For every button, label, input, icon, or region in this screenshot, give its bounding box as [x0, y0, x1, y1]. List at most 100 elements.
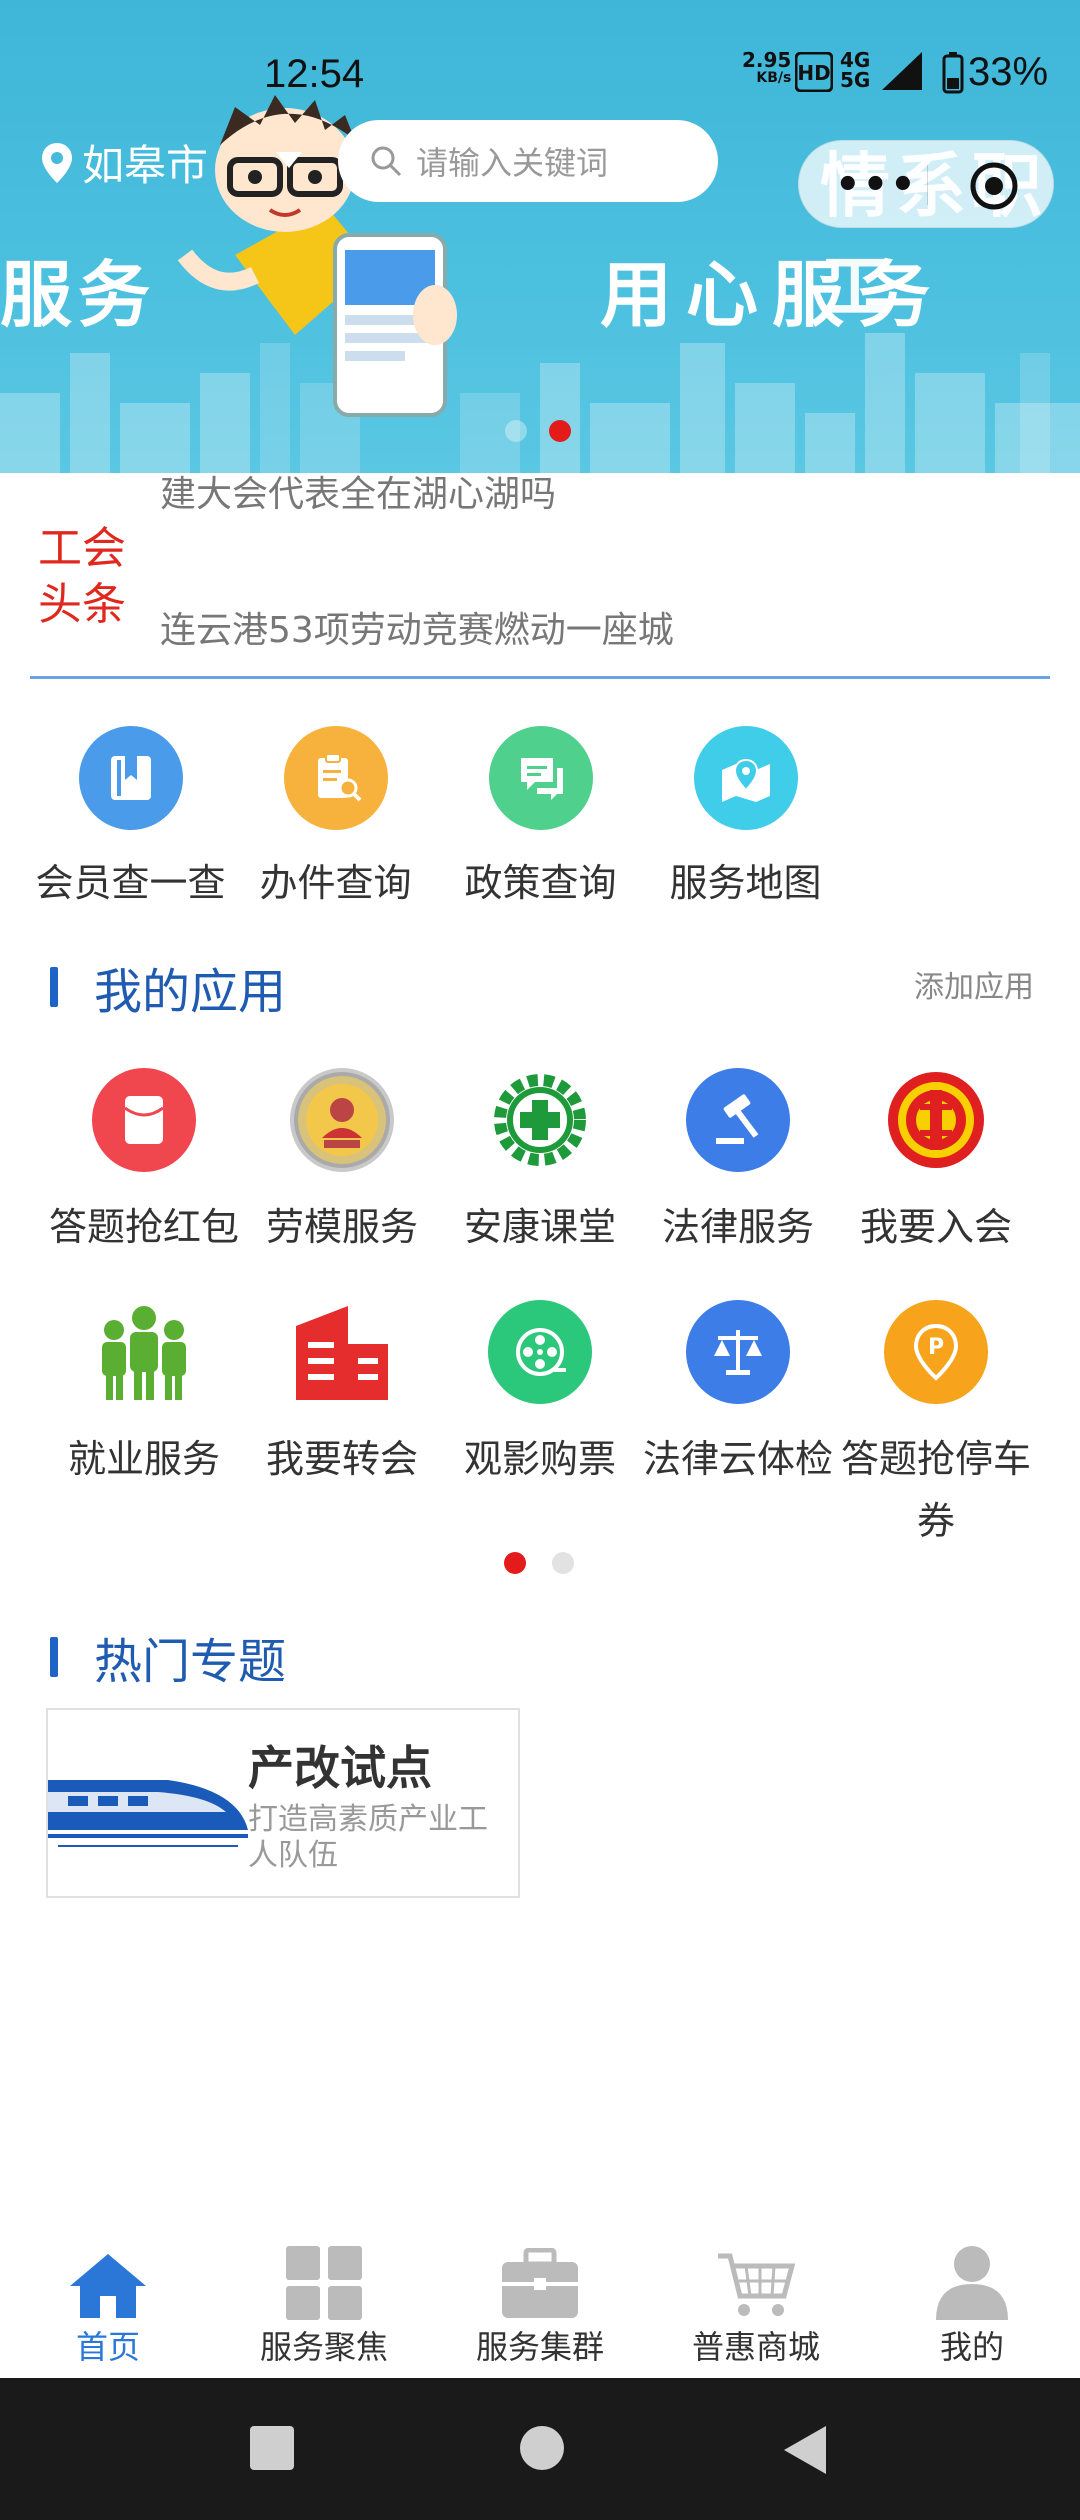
network-speed-value: 2.95 — [742, 48, 792, 72]
app-model-worker[interactable]: 劳模服务 — [243, 1068, 441, 1258]
grid-icon — [216, 2230, 432, 2320]
tab-mall[interactable]: 普惠商城 — [648, 2230, 864, 2368]
location-name: 如皋市 — [82, 141, 209, 190]
app-join-union[interactable]: 我要入会 — [837, 1068, 1035, 1258]
svg-text:HD: HD — [797, 61, 830, 85]
chevron-down-icon[interactable] — [274, 150, 304, 170]
film-reel-icon — [488, 1300, 592, 1404]
news-label-line2: 头条 — [38, 579, 126, 630]
people-group-icon — [92, 1300, 196, 1404]
tab-home[interactable]: 首页 — [0, 2230, 216, 2368]
quick-services: 会员查一查 办件查询 政策查询 服务地图 — [0, 726, 1080, 906]
tab-service-focus[interactable]: 服务聚焦 — [216, 2230, 432, 2368]
app-label: 法律云体检 — [642, 1437, 833, 1481]
tab-profile-label: 我的 — [939, 2328, 1004, 2366]
quick-case-query[interactable]: 办件查询 — [233, 726, 438, 907]
news-label: 工会 头条 — [38, 521, 138, 633]
home-button-icon[interactable] — [518, 2424, 566, 2472]
topic-card[interactable]: 产改试点 打造高素质产业工人队伍 — [46, 1708, 520, 1898]
app-legal-checkup[interactable]: 法律云体检 — [639, 1300, 837, 1490]
network-type-top: 4G — [840, 48, 871, 72]
app-quiz-parking[interactable]: P 答题抢停车券 — [837, 1300, 1035, 1552]
news-ticker[interactable]: 工会 头条 建大会代表全在湖心湖吗 连云港53项劳动竞赛燃动一座城 — [30, 473, 1050, 679]
apps-pager-dot-active[interactable] — [504, 1552, 526, 1574]
tab-mall-label: 普惠商城 — [691, 2328, 820, 2366]
banner-pager — [505, 420, 571, 442]
apps-pager-dot[interactable] — [552, 1552, 574, 1574]
bookmark-icon — [78, 726, 183, 830]
app-legal-service[interactable]: 法律服务 — [639, 1068, 837, 1258]
app-movie-tickets[interactable]: 观影购票 — [441, 1300, 639, 1490]
app-health-class[interactable]: 安康课堂 — [441, 1068, 639, 1258]
hd-icon: HD — [795, 52, 833, 92]
hot-topics-title: 热门专题 — [94, 1634, 287, 1690]
back-button-icon[interactable] — [780, 2424, 828, 2476]
recents-button-icon[interactable] — [248, 2424, 296, 2472]
app-employment[interactable]: 就业服务 — [45, 1300, 243, 1490]
scales-icon — [686, 1300, 790, 1404]
quick-member-query[interactable]: 会员查一查 — [28, 726, 233, 907]
news-headline[interactable]: 连云港53项劳动竞赛燃动一座城 — [160, 601, 674, 653]
app-label: 我要入会 — [859, 1205, 1012, 1249]
topic-card-title: 产改试点 — [248, 1741, 432, 1795]
news-label-line1: 工会 — [38, 523, 126, 574]
banner-slogan-bottom: 用心服务 — [600, 253, 945, 337]
red-envelope-icon — [92, 1068, 196, 1172]
add-app-link[interactable]: 添加应用 — [914, 962, 1034, 1006]
location-pin-icon — [42, 142, 72, 183]
gavel-icon — [686, 1068, 790, 1172]
app-label: 我要转会 — [265, 1437, 418, 1481]
app-label: 就业服务 — [67, 1437, 220, 1481]
news-headline-prev[interactable]: 建大会代表全在湖心湖吗 — [160, 473, 556, 517]
battery-icon — [942, 52, 964, 94]
signal-icon — [882, 52, 922, 90]
close-miniprogram-icon[interactable] — [969, 161, 1019, 211]
tab-profile[interactable]: 我的 — [864, 2230, 1080, 2368]
app-label: 答题抢红包 — [48, 1205, 239, 1249]
app-label: 观影购票 — [463, 1437, 616, 1481]
user-icon — [864, 2230, 1080, 2320]
banner-pager-dot[interactable] — [505, 420, 527, 442]
union-emblem-icon — [884, 1068, 988, 1172]
quick-service-map-label: 服务地图 — [669, 861, 822, 905]
network-type: 4G 5G — [840, 50, 870, 90]
tab-home-label: 首页 — [75, 2328, 140, 2366]
network-type-bottom: 5G — [840, 68, 871, 92]
svg-text:P: P — [928, 1335, 944, 1360]
miniprogram-capsule: ••• — [798, 140, 1054, 228]
more-options-icon[interactable]: ••• — [835, 165, 918, 205]
quick-case-query-label: 办件查询 — [259, 861, 412, 905]
app-label: 劳模服务 — [265, 1205, 418, 1249]
banner-slogan-left: 服务 — [0, 253, 157, 337]
banner-pager-dot-active[interactable] — [549, 420, 571, 442]
quick-policy-query[interactable]: 政策查询 — [438, 726, 643, 907]
search-icon — [371, 146, 402, 177]
capsule-divider — [927, 165, 928, 205]
document-search-icon — [283, 726, 388, 830]
tab-service-cluster-label: 服务集群 — [475, 2328, 604, 2366]
status-bar: 12:54 2.95 KB/s HD 4G 5G 33% — [0, 40, 1080, 110]
quick-member-query-label: 会员查一查 — [35, 861, 226, 905]
my-apps-title: 我的应用 — [94, 964, 287, 1020]
app-label: 法律服务 — [661, 1205, 814, 1249]
chat-bubble-icon — [488, 726, 593, 830]
shopping-cart-icon — [648, 2230, 864, 2320]
location-selector[interactable]: 如皋市 — [40, 132, 208, 193]
hot-topics-heading: 热门专题 — [50, 1622, 286, 1692]
app-label: 答题抢停车券 — [840, 1437, 1031, 1543]
section-accent-bar — [50, 1637, 58, 1677]
quick-policy-query-label: 政策查询 — [464, 861, 617, 905]
section-accent-bar — [50, 967, 58, 1007]
parking-pin-icon: P — [884, 1300, 988, 1404]
search-input[interactable]: 请输入关键词 — [338, 120, 718, 202]
tab-service-cluster[interactable]: 服务集群 — [432, 2230, 648, 2368]
map-pin-icon — [693, 726, 798, 830]
quick-service-map[interactable]: 服务地图 — [643, 726, 848, 907]
search-placeholder: 请输入关键词 — [416, 144, 609, 182]
network-speed-unit: KB/s — [756, 70, 792, 86]
apps-pager — [504, 1552, 574, 1574]
app-transfer-union[interactable]: 我要转会 — [243, 1300, 441, 1490]
battery-percent: 33% — [968, 50, 1049, 94]
app-quiz-red-envelope[interactable]: 答题抢红包 — [45, 1068, 243, 1258]
app-label: 安康课堂 — [463, 1205, 616, 1249]
